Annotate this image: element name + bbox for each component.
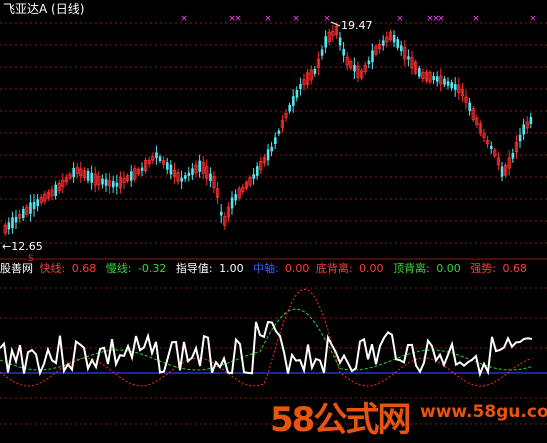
candle-body-down [511, 152, 515, 159]
price-grid [0, 22, 547, 244]
candle-body-down [101, 178, 104, 185]
candle-body-down [184, 175, 187, 179]
candle-body-down [220, 211, 223, 216]
candle-body-down [443, 78, 446, 85]
candle-body-down [418, 68, 421, 77]
candle-body-down [299, 84, 302, 90]
candle-body-down [436, 76, 439, 82]
candle-body-down [191, 168, 194, 175]
candle-body-down [209, 173, 212, 182]
strength-line[interactable] [0, 288, 533, 387]
candle-body-down [270, 146, 273, 152]
candle-body-down [54, 184, 57, 197]
signal-marker: × [472, 14, 480, 24]
guide-value-readout: 指导值: 1.00 [175, 262, 244, 275]
high-price-label: 19.47 [341, 19, 373, 32]
candle-body-down [266, 149, 270, 161]
candle-body-down [11, 217, 14, 229]
signal-marker: × [323, 14, 331, 24]
candle-body-down [454, 84, 457, 90]
candle-body-down [522, 124, 525, 135]
candle-body-down [450, 82, 453, 89]
candle-body-down [342, 48, 345, 56]
candle-body-down [72, 168, 75, 178]
candle-body-down [140, 167, 144, 171]
candle-body-down [490, 145, 493, 150]
strength-readout: 强势: 0.68 [470, 262, 527, 275]
candle-body-down [367, 60, 371, 65]
candle-body-down [324, 36, 327, 48]
candle-body-down [112, 181, 115, 188]
low-price-annotation: ←12.65 S [2, 240, 43, 264]
signal-marker: × [396, 14, 404, 24]
signal-marker: × [264, 14, 272, 24]
signal-marker: × [437, 14, 445, 24]
candle-body-down [392, 35, 396, 43]
candle-body-down [104, 179, 108, 186]
candle-body-down [529, 116, 533, 125]
candle-body-down [396, 39, 399, 48]
axis-readout: 中轴: [253, 262, 279, 275]
candle-body-down [382, 40, 385, 46]
candle-body-down [90, 172, 93, 183]
candle-body-down [500, 166, 504, 177]
candle-body-down [320, 49, 324, 56]
bottom-divergence-readout: 底背离: 0.00 [315, 262, 384, 275]
candle-body-down [446, 81, 450, 86]
candle-body-down [36, 199, 39, 207]
low-price-label: ←12.65 [2, 240, 43, 253]
chart-title: 飞亚达A (日线) [3, 2, 85, 16]
candle-body-down [234, 194, 237, 201]
candle-body-down [468, 102, 471, 112]
candle-body-down [180, 177, 183, 182]
slow-line-readout: 慢线: -0.32 [105, 262, 167, 275]
candle-body-down [277, 130, 281, 134]
watermark-url: www.58gu.com [420, 402, 547, 422]
signal-marker: × [180, 14, 188, 24]
candle-body-down [130, 171, 133, 181]
candle-body-down [29, 202, 32, 214]
candle-body-down [155, 152, 158, 159]
candle-body-down [169, 164, 173, 175]
signal-marker: × [234, 14, 242, 24]
indicator-name: 股善网 [0, 262, 33, 275]
candle-body-down [353, 65, 356, 72]
candle-body-down [518, 134, 522, 142]
candle-body-down [115, 182, 119, 187]
signal-marker: × [292, 14, 300, 24]
candle-body-down [256, 166, 259, 176]
candle-body-down [32, 201, 36, 209]
candle-body-down [14, 216, 18, 223]
candle-body-down [198, 160, 201, 172]
candle-body-down [292, 96, 295, 106]
stock-chart[interactable]: × ×× × × × × ××× × × 19.47 ←12.65 S [0, 0, 547, 443]
candle-body-down [400, 45, 403, 52]
candle-body-down [86, 171, 90, 181]
candle-body-down [166, 162, 169, 170]
watermark-brand: 58公式网 [270, 400, 411, 440]
candle-body-down [288, 104, 291, 112]
candle-body-down [187, 172, 191, 176]
candle-body-down [274, 137, 277, 144]
candle-body-down [338, 37, 342, 46]
candle-body-down [295, 89, 299, 98]
candle-body-down [432, 76, 435, 81]
indicator-header: 股善网 快线: 0.68 慢线: -0.32 指导值: 1.00 中轴: 0.00… [0, 262, 533, 276]
top-divergence-readout: 顶背离: 0.00 [393, 262, 461, 275]
candle-body-down [407, 56, 410, 60]
candlestick-series[interactable] [3, 22, 533, 236]
fast-line-readout: 快线: 0.68 [39, 262, 97, 275]
candle-body-down [7, 222, 11, 230]
candle-body-down [22, 208, 25, 219]
candle-body-down [313, 68, 317, 74]
candle-body-down [252, 174, 255, 179]
candle-body-down [230, 197, 234, 209]
axis-value: 0.00 [284, 262, 310, 275]
candle-body-down [371, 50, 374, 63]
candle-body-down [158, 156, 162, 162]
signal-marker: × [529, 14, 537, 24]
